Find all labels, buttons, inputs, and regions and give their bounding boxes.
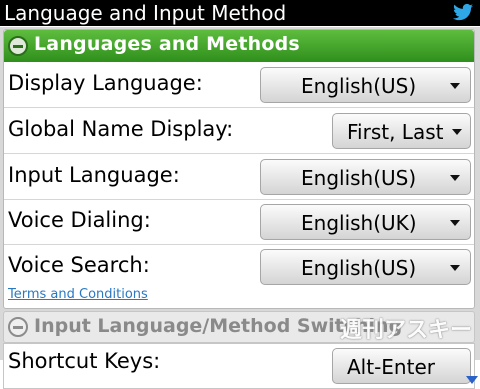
setting-label: Voice Search:	[8, 253, 150, 277]
dropdown-arrow-icon	[450, 265, 460, 271]
setting-label: Shortcut Keys:	[8, 349, 161, 373]
twitter-bird-icon	[452, 3, 474, 21]
dropdown-value: English(US)	[301, 256, 417, 280]
collapse-minus-icon[interactable]	[8, 36, 28, 56]
setting-label: Voice Dialing:	[8, 208, 151, 232]
setting-row-display-language: Display Language: English(US)	[4, 62, 474, 108]
section-header-languages[interactable]: Languages and Methods	[4, 30, 474, 62]
dropdown-value: English(US)	[301, 166, 417, 190]
shortcut-keys-dropdown[interactable]: Alt-Enter	[332, 348, 471, 384]
setting-row-global-name-display: Global Name Display: First, Last	[4, 108, 474, 154]
dropdown-value: First, Last	[347, 120, 444, 144]
setting-label: Input Language:	[8, 163, 180, 187]
dropdown-arrow-icon	[450, 83, 460, 89]
display-language-dropdown[interactable]: English(US)	[260, 67, 471, 103]
collapse-minus-icon[interactable]	[8, 317, 28, 337]
setting-row-voice-search: Voice Search: English(US)	[4, 244, 474, 289]
watermark-logo: 週刊アスキー	[340, 318, 473, 343]
languages-card: Languages and Methods Display Language: …	[3, 29, 475, 309]
dropdown-arrow-icon	[450, 175, 460, 181]
input-language-dropdown[interactable]: English(US)	[260, 159, 471, 195]
setting-row-voice-dialing: Voice Dialing: English(UK)	[4, 199, 474, 245]
terms-and-conditions-link[interactable]: Terms and Conditions	[8, 287, 148, 302]
global-name-display-dropdown[interactable]: First, Last	[332, 113, 471, 149]
dropdown-arrow-icon	[450, 220, 460, 226]
settings-panel: Languages and Methods Display Language: …	[0, 27, 480, 389]
window-title: Language and Input Method	[4, 1, 287, 25]
dropdown-arrow-icon	[452, 129, 462, 135]
section-title: Languages and Methods	[34, 33, 300, 55]
dropdown-value: English(UK)	[301, 211, 417, 235]
setting-row-shortcut-keys: Shortcut Keys: Alt-Enter	[3, 343, 475, 389]
scroll-down-indicator-icon[interactable]	[466, 376, 478, 384]
voice-search-dropdown[interactable]: English(US)	[260, 249, 471, 285]
dropdown-value: English(US)	[301, 74, 417, 98]
title-bar: Language and Input Method	[0, 0, 480, 26]
dropdown-value: Alt-Enter	[347, 355, 435, 379]
setting-label: Global Name Display:	[8, 117, 234, 141]
setting-label: Display Language:	[8, 71, 203, 95]
setting-row-input-language: Input Language: English(US)	[4, 154, 474, 200]
voice-dialing-dropdown[interactable]: English(UK)	[260, 204, 471, 240]
